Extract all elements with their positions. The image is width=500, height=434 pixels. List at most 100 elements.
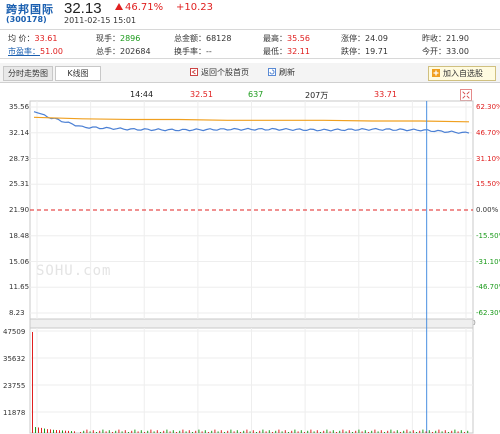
volume-bar — [217, 431, 219, 433]
volume-bar — [390, 429, 392, 433]
volume-bar — [419, 430, 421, 433]
volume-bar — [230, 429, 232, 433]
volume-bar — [140, 430, 142, 433]
volume-bar — [268, 430, 270, 433]
volume-bar — [256, 432, 257, 433]
volume-bar — [246, 429, 248, 433]
volume-bar — [166, 429, 168, 433]
volume-bar — [249, 431, 251, 433]
volume-bar — [160, 432, 161, 433]
volume-bar — [192, 432, 193, 433]
volume-bar — [198, 429, 200, 433]
volume-bar — [99, 430, 101, 433]
volume-bar — [336, 432, 337, 433]
volume-bar — [124, 430, 126, 433]
volume-bar — [288, 432, 289, 433]
volume-bar — [65, 430, 66, 433]
volume-bar — [409, 431, 411, 433]
volume-bar — [284, 430, 286, 433]
watermark: SOHU.com — [36, 263, 112, 279]
volume-bar — [371, 430, 373, 433]
volume-bar — [294, 429, 296, 433]
volume-bar — [412, 430, 414, 433]
volume-bar — [163, 430, 165, 433]
volume-bar — [92, 430, 94, 433]
volume-bar — [240, 432, 241, 433]
volume-bar — [53, 429, 54, 433]
volume-bar — [47, 429, 48, 433]
volume-bar — [368, 432, 369, 433]
volume-bar — [169, 431, 171, 433]
volume-bar — [380, 430, 382, 433]
volume-bar — [291, 430, 293, 433]
volume-bar — [105, 431, 107, 433]
volume-bar — [96, 432, 97, 433]
volume-bar — [348, 430, 350, 433]
volume-bar — [313, 431, 315, 433]
volume-bar — [275, 430, 277, 433]
volume-bar — [153, 431, 155, 433]
volume-bar — [259, 430, 261, 433]
volume-bar — [62, 430, 63, 433]
volume-bar — [204, 430, 206, 433]
volume-bar — [278, 429, 280, 433]
volume-bar — [307, 430, 309, 433]
volume-bar — [56, 430, 57, 433]
volume-bar — [41, 427, 42, 433]
volume-bar — [435, 430, 437, 433]
volume-bar — [227, 430, 229, 433]
volume-bar — [332, 430, 334, 433]
volume-bar — [364, 430, 366, 433]
volume-bar — [128, 432, 129, 433]
volume-bar — [422, 429, 424, 433]
volume-bar — [38, 427, 39, 433]
volume-bar — [68, 430, 69, 433]
volume-bar — [35, 427, 36, 433]
intraday-chart[interactable] — [0, 0, 500, 434]
volume-bar — [310, 429, 312, 433]
volume-bar — [304, 432, 305, 433]
volume-bar — [44, 428, 45, 433]
volume-bar — [265, 431, 267, 433]
volume-bar — [281, 431, 283, 433]
volume-bar — [59, 430, 60, 433]
volume-bar — [134, 429, 136, 433]
volume-bar — [358, 429, 360, 433]
volume-bar — [172, 430, 174, 433]
volume-bar — [179, 430, 181, 433]
volume-bar — [416, 432, 417, 433]
volume-bar — [50, 429, 51, 433]
volume-bar — [131, 430, 133, 433]
volume-bar — [428, 430, 430, 433]
volume-bar — [220, 430, 222, 433]
volume-bar — [108, 430, 110, 433]
volume-bar — [243, 430, 245, 433]
volume-bar — [342, 429, 344, 433]
volume-bar — [467, 430, 469, 433]
volume-bar — [147, 430, 149, 433]
volume-bar — [326, 429, 328, 433]
volume-bar — [297, 431, 299, 433]
volume-bar — [176, 432, 177, 433]
volume-bar — [214, 429, 216, 433]
volume-bar — [345, 431, 347, 433]
volume-bar — [300, 430, 302, 433]
volume-bar — [208, 432, 209, 433]
volume-bar — [233, 431, 235, 433]
volume-bar — [441, 431, 443, 433]
volume-bar — [352, 432, 353, 433]
volume-bar — [400, 432, 401, 433]
volume-bar — [71, 431, 72, 433]
volume-bar — [150, 429, 152, 433]
volume-bar — [448, 432, 449, 433]
volume-bar — [361, 431, 363, 433]
volume-bar — [211, 430, 213, 433]
volume-bar — [438, 429, 440, 433]
volume-bar — [272, 432, 273, 433]
volume-bar — [384, 432, 385, 433]
volume-bar — [355, 430, 357, 433]
volume-bar — [201, 431, 203, 433]
volume-bar — [89, 431, 91, 433]
volume-bar — [156, 430, 158, 433]
volume-bar — [224, 432, 225, 433]
